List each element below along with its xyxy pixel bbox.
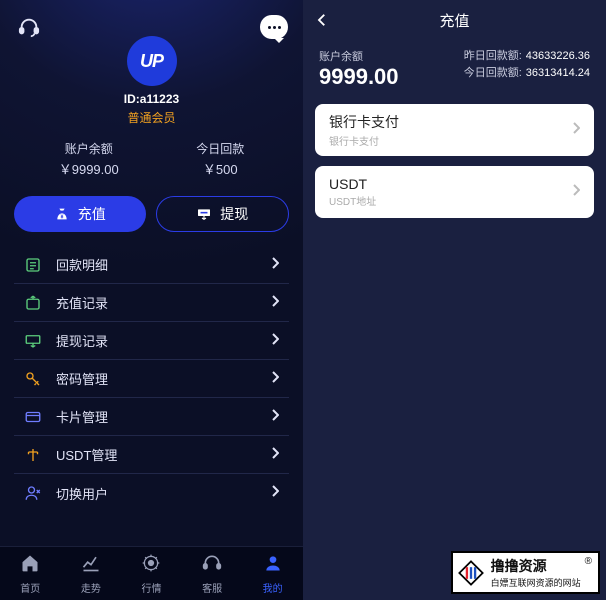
menu-item-icon	[24, 408, 42, 426]
menu-item[interactable]: 提现记录	[14, 322, 289, 360]
tab-label: 首页	[20, 580, 40, 595]
yesterday-return-value: 43633226.36	[526, 50, 590, 62]
balance-value: ￥9999.00	[59, 159, 119, 178]
chevron-right-icon	[271, 484, 279, 502]
watermark-subtitle: 白嫖互联网资源的网站	[491, 576, 581, 589]
tab-icon	[263, 553, 283, 578]
balance-label: 账户余额	[319, 48, 399, 64]
option-title: USDT	[329, 176, 572, 192]
menu-item-label: 充值记录	[56, 293, 271, 312]
menu-list: 回款明细充值记录提现记录密码管理卡片管理 USDT管理切换用户	[14, 246, 289, 512]
payment-options: 银行卡支付银行卡支付 USDTUSDT地址	[303, 104, 606, 218]
menu-item-label: 卡片管理	[56, 407, 271, 426]
menu-item[interactable]: USDT管理	[14, 436, 289, 474]
recharge-screen: 充值 账户余额 9999.00 昨日回款额: 43633226.36 今日回款额:…	[303, 0, 606, 600]
option-title: 银行卡支付	[329, 112, 572, 132]
chevron-right-icon	[271, 294, 279, 312]
menu-item-icon	[24, 256, 42, 274]
tab-0[interactable]: 首页	[0, 547, 61, 600]
page-title: 充值	[439, 10, 469, 31]
option-subtitle: 银行卡支付	[329, 133, 572, 148]
balance-row: 账户余额 ￥9999.00 今日回款 ￥500	[0, 140, 303, 178]
money-bag-icon: ¥	[54, 206, 70, 222]
tab-label: 我的	[263, 580, 283, 595]
menu-item-label: 回款明细	[56, 255, 271, 274]
chevron-right-icon	[572, 121, 580, 139]
user-id: ID:a11223	[0, 92, 303, 106]
yesterday-return-label: 昨日回款额:	[464, 50, 522, 62]
payment-option[interactable]: 银行卡支付银行卡支付	[315, 104, 594, 156]
svg-text:¥: ¥	[60, 215, 63, 221]
tab-label: 客服	[202, 580, 222, 595]
tab-bar: 首页 走势 行情 客服 我的	[0, 546, 303, 600]
user-tier: 普通会员	[0, 109, 303, 126]
menu-item-label: 切换用户	[56, 484, 271, 503]
tab-icon	[141, 553, 161, 578]
chevron-right-icon	[271, 408, 279, 426]
atm-icon	[196, 206, 212, 222]
menu-item[interactable]: 切换用户	[14, 474, 289, 512]
today-return-value: ￥500	[196, 159, 244, 178]
chevron-right-icon	[572, 183, 580, 201]
recharge-button[interactable]: ¥ 充值	[14, 196, 146, 232]
chevron-right-icon	[271, 332, 279, 350]
tab-2[interactable]: 行情	[121, 547, 182, 600]
today-return-label: 今日回款额:	[464, 67, 522, 79]
balance-value: 9999.00	[319, 64, 399, 90]
menu-item-icon	[24, 446, 42, 464]
tab-3[interactable]: 客服	[182, 547, 243, 600]
today-return-value: 36313414.24	[526, 67, 590, 79]
page-header: 充值	[303, 0, 606, 40]
menu-item-icon	[24, 332, 42, 350]
tab-icon	[81, 553, 101, 578]
menu-item[interactable]: 回款明细	[14, 246, 289, 284]
avatar: UP	[127, 36, 177, 86]
chevron-right-icon	[271, 256, 279, 274]
chevron-right-icon	[271, 370, 279, 388]
menu-item-label: 提现记录	[56, 331, 271, 350]
menu-item-icon	[24, 484, 42, 502]
menu-item[interactable]: 卡片管理	[14, 398, 289, 436]
chat-icon[interactable]	[259, 12, 289, 42]
back-button[interactable]	[313, 0, 331, 40]
chevron-left-icon	[313, 11, 331, 29]
withdraw-label: 提现	[220, 204, 248, 224]
menu-item-label: 密码管理	[56, 369, 271, 388]
menu-item[interactable]: 充值记录	[14, 284, 289, 322]
registered-mark-icon: ®	[585, 556, 592, 567]
chevron-right-icon	[271, 446, 279, 464]
menu-item-icon	[24, 294, 42, 312]
watermark-logo-icon	[457, 559, 485, 587]
profile-header: UP ID:a11223 普通会员	[0, 36, 303, 126]
tab-1[interactable]: 走势	[61, 547, 122, 600]
menu-item[interactable]: 密码管理	[14, 360, 289, 398]
summary-row: 账户余额 9999.00 昨日回款额: 43633226.36 今日回款额: 363…	[303, 40, 606, 104]
option-subtitle: USDT地址	[329, 193, 572, 208]
watermark-title: 撸撸资源	[491, 556, 581, 576]
watermark: 撸撸资源 白嫖互联网资源的网站 ®	[451, 551, 600, 594]
tab-icon	[20, 553, 40, 578]
headset-icon[interactable]	[14, 12, 44, 42]
tab-label: 走势	[81, 580, 101, 595]
tab-4[interactable]: 我的	[242, 547, 303, 600]
tab-label: 行情	[141, 580, 161, 595]
menu-item-label: USDT管理	[56, 445, 271, 464]
today-return-label: 今日回款	[196, 140, 244, 157]
withdraw-button[interactable]: 提现	[156, 196, 290, 232]
recharge-label: 充值	[78, 204, 106, 224]
menu-item-icon	[24, 370, 42, 388]
profile-screen: UP ID:a11223 普通会员 账户余额 ￥9999.00 今日回款 ￥50…	[0, 0, 303, 600]
balance-label: 账户余额	[59, 140, 119, 157]
payment-option[interactable]: USDTUSDT地址	[315, 166, 594, 218]
tab-icon	[202, 553, 222, 578]
